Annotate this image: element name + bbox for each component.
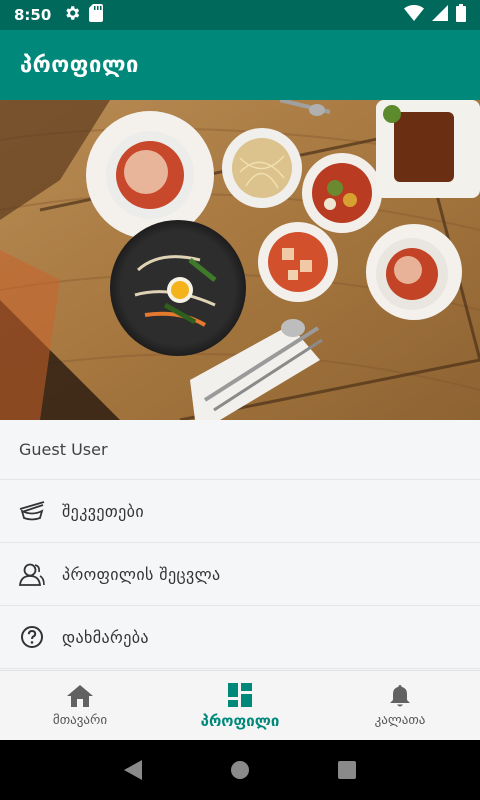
user-name: Guest User — [0, 420, 480, 480]
page-title: პროფილი — [20, 52, 139, 78]
nav-profile[interactable]: პროფილი — [160, 671, 320, 740]
menu-item-label: პროფილის შეცვლა — [62, 564, 221, 584]
menu-item-edit-profile[interactable]: პროფილის შეცვლა — [0, 543, 480, 606]
user-icon — [18, 560, 46, 588]
hero-image — [0, 100, 480, 420]
home-icon — [67, 683, 93, 709]
app-bar: პროფილი — [0, 30, 480, 100]
dashboard-icon — [227, 682, 253, 708]
nav-home-label: მთავარი — [52, 713, 108, 728]
nav-home[interactable]: მთავარი — [0, 671, 160, 740]
nav-cart[interactable]: კალათა — [320, 671, 480, 740]
chopsticks-icon — [18, 497, 46, 525]
system-navigation — [0, 740, 480, 800]
menu-item-label: შეკვეთები — [62, 501, 144, 521]
recents-icon[interactable] — [327, 750, 367, 790]
back-icon[interactable] — [113, 750, 153, 790]
battery-icon — [456, 4, 466, 26]
nav-cart-label: კალათა — [374, 713, 426, 728]
settings-icon — [63, 4, 81, 26]
home-circle-icon[interactable] — [220, 750, 260, 790]
wifi-icon — [404, 4, 424, 25]
status-bar: 8:50 — [0, 0, 480, 30]
status-time: 8:50 — [14, 6, 52, 24]
help-icon — [18, 623, 46, 651]
menu-item-help[interactable]: დახმარება — [0, 606, 480, 669]
menu-item-orders[interactable]: შეკვეთები — [0, 480, 480, 543]
sd-card-icon — [89, 4, 104, 26]
food-photo — [0, 100, 480, 420]
signal-icon — [432, 5, 448, 25]
bottom-navigation: მთავარი პროფილი კალათა — [0, 670, 480, 740]
profile-menu: Guest User შეკვეთები პროფილის შეცვლა დახ… — [0, 420, 480, 670]
nav-profile-label: პროფილი — [200, 711, 280, 730]
menu-item-label: დახმარება — [62, 627, 149, 647]
bell-icon — [387, 683, 413, 709]
